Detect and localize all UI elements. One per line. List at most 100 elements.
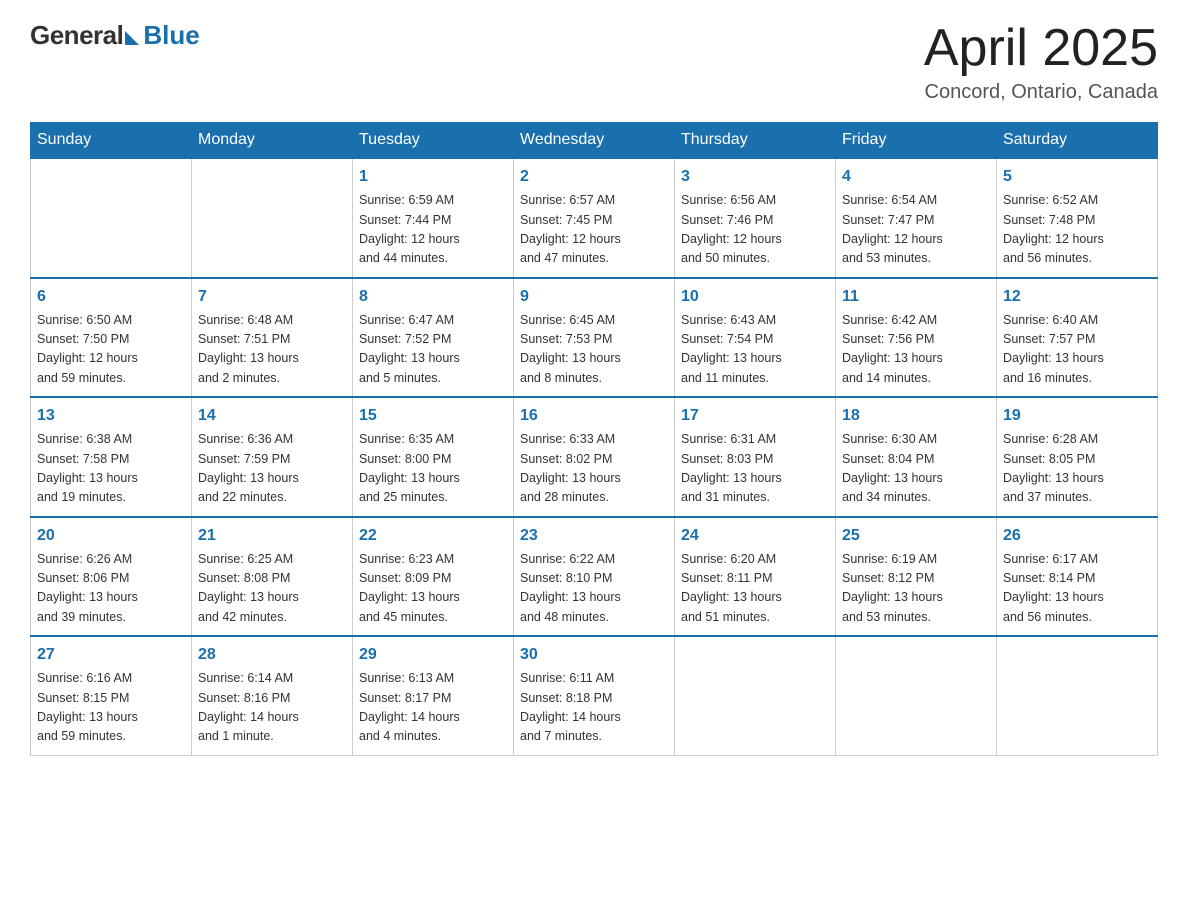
day-of-week-header: Saturday <box>997 123 1158 159</box>
day-number: 20 <box>37 524 185 548</box>
calendar-day-cell: 6Sunrise: 6:50 AM Sunset: 7:50 PM Daylig… <box>31 278 192 398</box>
location: Concord, Ontario, Canada <box>924 81 1158 104</box>
calendar-day-cell: 14Sunrise: 6:36 AM Sunset: 7:59 PM Dayli… <box>192 397 353 517</box>
day-number: 16 <box>520 404 668 428</box>
day-number: 29 <box>359 643 507 667</box>
calendar-week-row: 1Sunrise: 6:59 AM Sunset: 7:44 PM Daylig… <box>31 158 1158 278</box>
day-number: 21 <box>198 524 346 548</box>
page-header: General Blue April 2025 Concord, Ontario… <box>30 20 1158 104</box>
day-info: Sunrise: 6:52 AM Sunset: 7:48 PM Dayligh… <box>1003 191 1151 269</box>
calendar-week-row: 13Sunrise: 6:38 AM Sunset: 7:58 PM Dayli… <box>31 397 1158 517</box>
day-of-week-header: Wednesday <box>514 123 675 159</box>
day-info: Sunrise: 6:42 AM Sunset: 7:56 PM Dayligh… <box>842 311 990 389</box>
calendar-day-cell <box>675 636 836 755</box>
day-number: 4 <box>842 165 990 189</box>
calendar-day-cell: 1Sunrise: 6:59 AM Sunset: 7:44 PM Daylig… <box>353 158 514 278</box>
day-of-week-header: Tuesday <box>353 123 514 159</box>
day-number: 15 <box>359 404 507 428</box>
day-of-week-header: Friday <box>836 123 997 159</box>
day-info: Sunrise: 6:59 AM Sunset: 7:44 PM Dayligh… <box>359 191 507 269</box>
day-info: Sunrise: 6:16 AM Sunset: 8:15 PM Dayligh… <box>37 669 185 747</box>
calendar-day-cell: 8Sunrise: 6:47 AM Sunset: 7:52 PM Daylig… <box>353 278 514 398</box>
calendar-table: SundayMondayTuesdayWednesdayThursdayFrid… <box>30 122 1158 756</box>
calendar-day-cell <box>997 636 1158 755</box>
day-info: Sunrise: 6:25 AM Sunset: 8:08 PM Dayligh… <box>198 550 346 628</box>
day-info: Sunrise: 6:43 AM Sunset: 7:54 PM Dayligh… <box>681 311 829 389</box>
calendar-day-cell: 18Sunrise: 6:30 AM Sunset: 8:04 PM Dayli… <box>836 397 997 517</box>
day-number: 24 <box>681 524 829 548</box>
calendar-day-cell: 21Sunrise: 6:25 AM Sunset: 8:08 PM Dayli… <box>192 517 353 637</box>
day-number: 17 <box>681 404 829 428</box>
day-info: Sunrise: 6:40 AM Sunset: 7:57 PM Dayligh… <box>1003 311 1151 389</box>
day-info: Sunrise: 6:57 AM Sunset: 7:45 PM Dayligh… <box>520 191 668 269</box>
calendar-week-row: 20Sunrise: 6:26 AM Sunset: 8:06 PM Dayli… <box>31 517 1158 637</box>
day-info: Sunrise: 6:45 AM Sunset: 7:53 PM Dayligh… <box>520 311 668 389</box>
day-of-week-header: Sunday <box>31 123 192 159</box>
calendar-day-cell: 23Sunrise: 6:22 AM Sunset: 8:10 PM Dayli… <box>514 517 675 637</box>
day-info: Sunrise: 6:11 AM Sunset: 8:18 PM Dayligh… <box>520 669 668 747</box>
day-number: 28 <box>198 643 346 667</box>
days-of-week-row: SundayMondayTuesdayWednesdayThursdayFrid… <box>31 123 1158 159</box>
calendar-day-cell: 30Sunrise: 6:11 AM Sunset: 8:18 PM Dayli… <box>514 636 675 755</box>
day-number: 18 <box>842 404 990 428</box>
calendar-day-cell: 16Sunrise: 6:33 AM Sunset: 8:02 PM Dayli… <box>514 397 675 517</box>
day-info: Sunrise: 6:47 AM Sunset: 7:52 PM Dayligh… <box>359 311 507 389</box>
calendar-week-row: 27Sunrise: 6:16 AM Sunset: 8:15 PM Dayli… <box>31 636 1158 755</box>
day-number: 5 <box>1003 165 1151 189</box>
day-info: Sunrise: 6:56 AM Sunset: 7:46 PM Dayligh… <box>681 191 829 269</box>
day-info: Sunrise: 6:54 AM Sunset: 7:47 PM Dayligh… <box>842 191 990 269</box>
day-number: 14 <box>198 404 346 428</box>
day-number: 1 <box>359 165 507 189</box>
day-info: Sunrise: 6:23 AM Sunset: 8:09 PM Dayligh… <box>359 550 507 628</box>
calendar-day-cell: 7Sunrise: 6:48 AM Sunset: 7:51 PM Daylig… <box>192 278 353 398</box>
logo-triangle-icon <box>125 31 139 45</box>
calendar-day-cell: 11Sunrise: 6:42 AM Sunset: 7:56 PM Dayli… <box>836 278 997 398</box>
calendar-day-cell: 9Sunrise: 6:45 AM Sunset: 7:53 PM Daylig… <box>514 278 675 398</box>
day-number: 30 <box>520 643 668 667</box>
day-info: Sunrise: 6:14 AM Sunset: 8:16 PM Dayligh… <box>198 669 346 747</box>
calendar-day-cell <box>836 636 997 755</box>
day-number: 11 <box>842 285 990 309</box>
calendar-day-cell: 2Sunrise: 6:57 AM Sunset: 7:45 PM Daylig… <box>514 158 675 278</box>
day-number: 3 <box>681 165 829 189</box>
calendar-body: 1Sunrise: 6:59 AM Sunset: 7:44 PM Daylig… <box>31 158 1158 755</box>
day-number: 27 <box>37 643 185 667</box>
calendar-day-cell: 19Sunrise: 6:28 AM Sunset: 8:05 PM Dayli… <box>997 397 1158 517</box>
day-of-week-header: Monday <box>192 123 353 159</box>
day-number: 2 <box>520 165 668 189</box>
day-number: 22 <box>359 524 507 548</box>
day-info: Sunrise: 6:13 AM Sunset: 8:17 PM Dayligh… <box>359 669 507 747</box>
calendar-day-cell: 25Sunrise: 6:19 AM Sunset: 8:12 PM Dayli… <box>836 517 997 637</box>
day-number: 9 <box>520 285 668 309</box>
calendar-day-cell: 15Sunrise: 6:35 AM Sunset: 8:00 PM Dayli… <box>353 397 514 517</box>
calendar-day-cell: 28Sunrise: 6:14 AM Sunset: 8:16 PM Dayli… <box>192 636 353 755</box>
calendar-day-cell <box>31 158 192 278</box>
day-number: 19 <box>1003 404 1151 428</box>
logo-blue-text: Blue <box>143 20 199 51</box>
day-number: 13 <box>37 404 185 428</box>
calendar-day-cell: 20Sunrise: 6:26 AM Sunset: 8:06 PM Dayli… <box>31 517 192 637</box>
day-number: 6 <box>37 285 185 309</box>
day-info: Sunrise: 6:36 AM Sunset: 7:59 PM Dayligh… <box>198 430 346 508</box>
calendar-day-cell: 24Sunrise: 6:20 AM Sunset: 8:11 PM Dayli… <box>675 517 836 637</box>
calendar-day-cell: 13Sunrise: 6:38 AM Sunset: 7:58 PM Dayli… <box>31 397 192 517</box>
day-info: Sunrise: 6:31 AM Sunset: 8:03 PM Dayligh… <box>681 430 829 508</box>
day-info: Sunrise: 6:26 AM Sunset: 8:06 PM Dayligh… <box>37 550 185 628</box>
day-number: 8 <box>359 285 507 309</box>
day-info: Sunrise: 6:22 AM Sunset: 8:10 PM Dayligh… <box>520 550 668 628</box>
day-info: Sunrise: 6:28 AM Sunset: 8:05 PM Dayligh… <box>1003 430 1151 508</box>
logo-general-text: General <box>30 20 123 51</box>
calendar-day-cell: 10Sunrise: 6:43 AM Sunset: 7:54 PM Dayli… <box>675 278 836 398</box>
calendar-day-cell: 5Sunrise: 6:52 AM Sunset: 7:48 PM Daylig… <box>997 158 1158 278</box>
calendar-day-cell: 4Sunrise: 6:54 AM Sunset: 7:47 PM Daylig… <box>836 158 997 278</box>
day-number: 10 <box>681 285 829 309</box>
day-number: 12 <box>1003 285 1151 309</box>
month-title: April 2025 <box>924 20 1158 77</box>
calendar-day-cell: 27Sunrise: 6:16 AM Sunset: 8:15 PM Dayli… <box>31 636 192 755</box>
day-info: Sunrise: 6:38 AM Sunset: 7:58 PM Dayligh… <box>37 430 185 508</box>
day-of-week-header: Thursday <box>675 123 836 159</box>
calendar-header: SundayMondayTuesdayWednesdayThursdayFrid… <box>31 123 1158 159</box>
day-info: Sunrise: 6:50 AM Sunset: 7:50 PM Dayligh… <box>37 311 185 389</box>
calendar-day-cell: 3Sunrise: 6:56 AM Sunset: 7:46 PM Daylig… <box>675 158 836 278</box>
day-number: 7 <box>198 285 346 309</box>
